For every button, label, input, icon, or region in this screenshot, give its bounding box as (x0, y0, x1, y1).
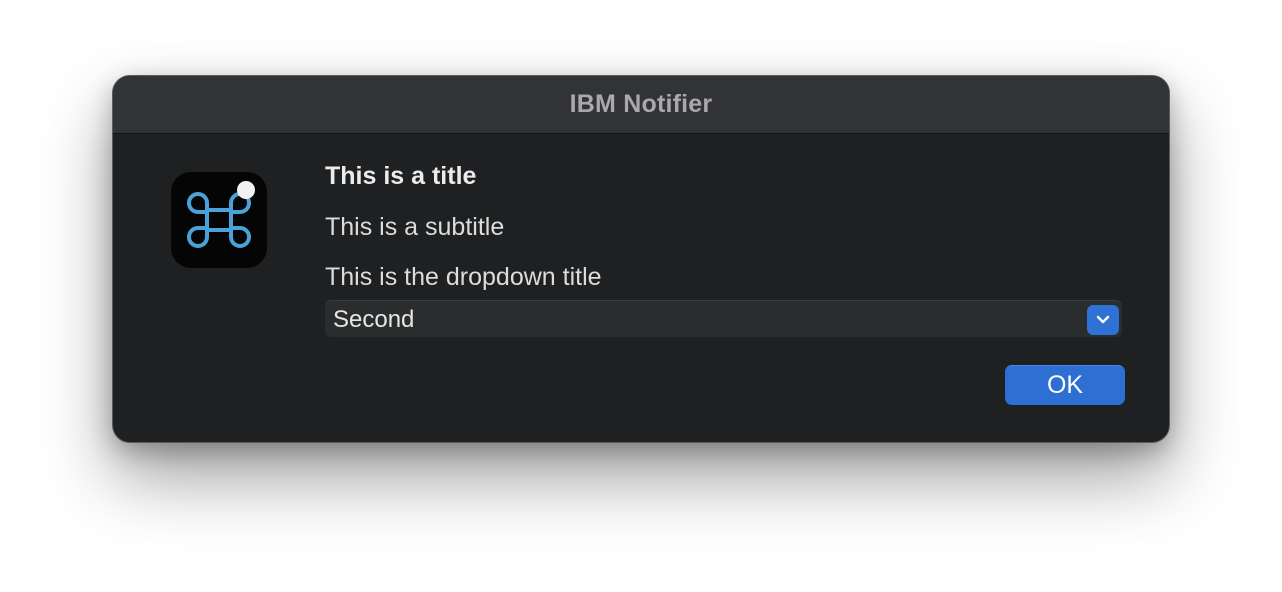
title-bar[interactable]: IBM Notifier (113, 76, 1169, 134)
window-title: IBM Notifier (569, 90, 713, 118)
dropdown-selected-value: Second (333, 306, 415, 333)
dropdown-select[interactable]: Second (325, 300, 1122, 337)
chevron-down-icon (1096, 315, 1110, 324)
notification-dot-icon (237, 181, 255, 199)
ok-button[interactable]: OK (1005, 365, 1125, 405)
app-icon (171, 172, 267, 268)
dialog-subtitle: This is a subtitle (325, 213, 505, 241)
dropdown-title: This is the dropdown title (325, 263, 602, 291)
dropdown-arrow-button[interactable] (1087, 305, 1119, 335)
screen-background: IBM Notifier This is a title This is a s… (0, 0, 1282, 592)
notifier-dialog: IBM Notifier This is a title This is a s… (112, 75, 1170, 443)
dialog-title: This is a title (325, 162, 477, 190)
